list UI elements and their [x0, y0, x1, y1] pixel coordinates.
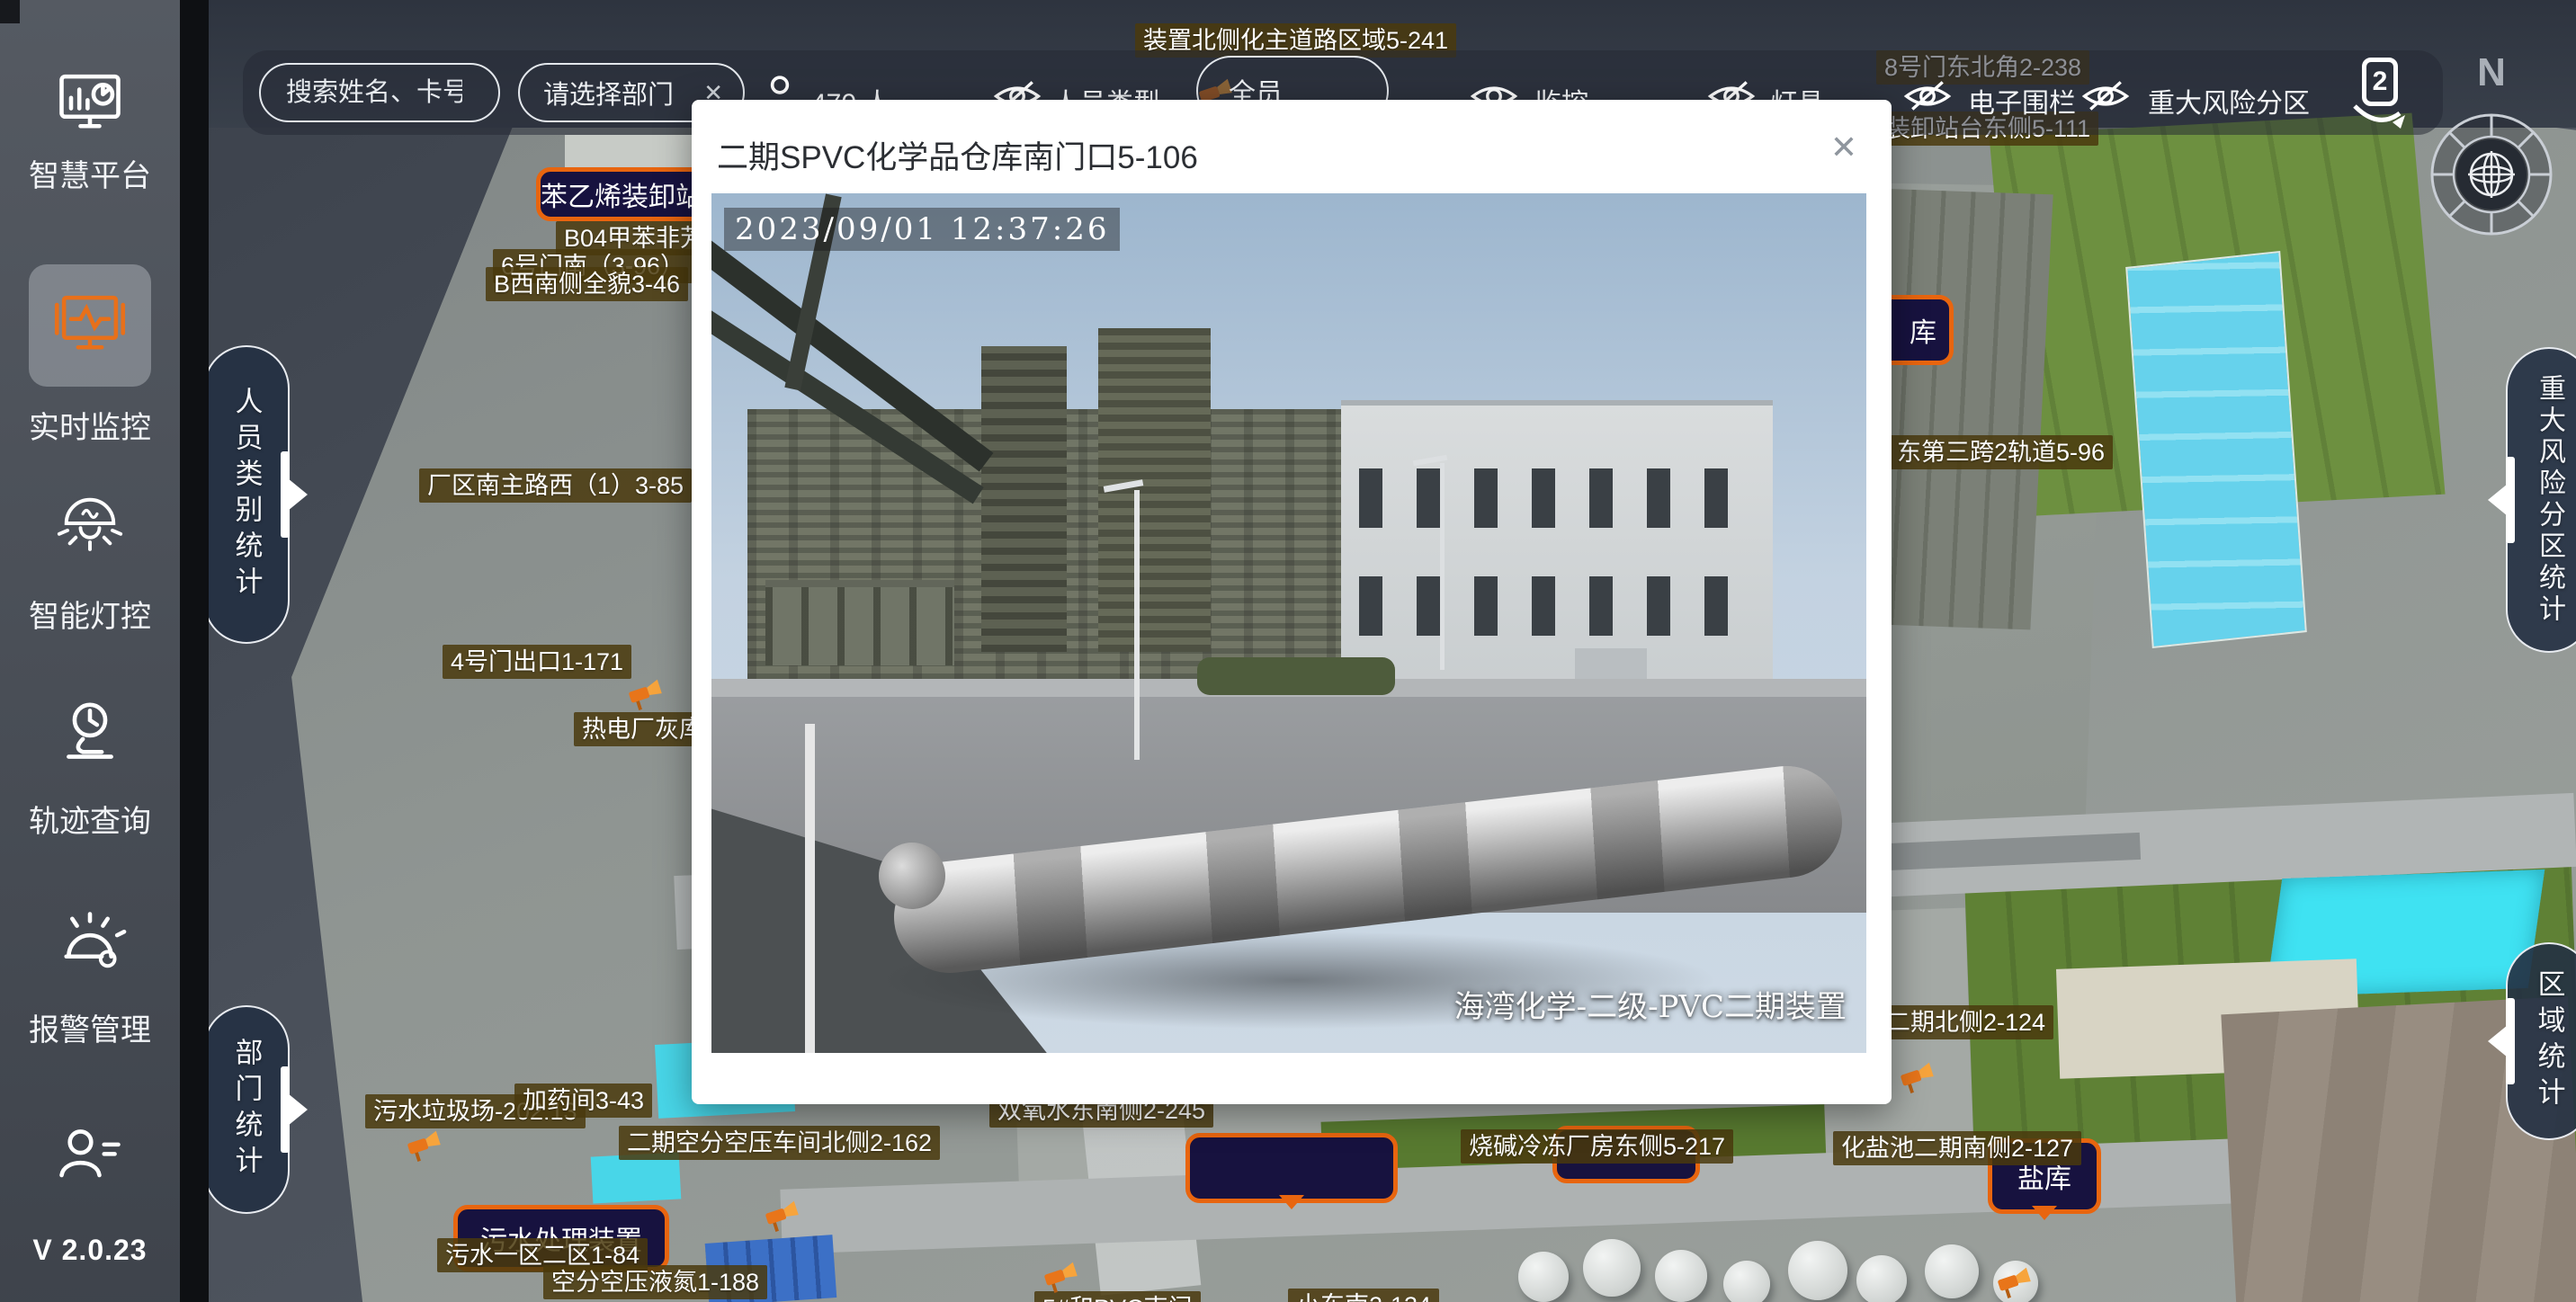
camera-icon[interactable] [1896, 1060, 1938, 1097]
pipe-rack [765, 580, 954, 665]
pulse-monitor-icon [52, 286, 128, 361]
video-watermark: 海湾化学-二级-PVC二期装置 [1454, 982, 1847, 1026]
balloon-pointer-icon [1279, 1195, 1304, 1222]
plant-tower [981, 346, 1067, 652]
camera-video-frame: 2023/09/01 12:37:26 海湾化学-二级-PVC二期装置 [711, 193, 1866, 1053]
sidebar: 智慧平台实时监控智能灯控轨迹查询报警管理 V 2.0.23 [0, 0, 180, 1302]
map-camera-tag[interactable]: 东第三跨2轨道5-96 [1889, 435, 2113, 469]
lamp-icon [52, 486, 128, 561]
compass[interactable] [2427, 110, 2556, 239]
swoosh-arrow-icon [2349, 103, 2414, 133]
collapse-handle-icon[interactable] [281, 450, 311, 540]
sidebar-item-person-admin[interactable] [0, 1119, 180, 1199]
risk-zone-toggle-label[interactable]: 重大风险分区 [2148, 81, 2310, 120]
map-balloon-label[interactable] [1185, 1133, 1398, 1203]
search-input[interactable] [284, 77, 464, 109]
map-camera-tag[interactable]: 烧碱冷冻厂房东侧5-217 [1461, 1129, 1733, 1164]
tab-label: 重大风险分区统计 [2529, 374, 2569, 626]
sidebar-item-alarm-manage[interactable] [0, 905, 180, 985]
corner-notch [0, 0, 20, 23]
alarm-bell-icon [52, 905, 128, 980]
sidebar-item-smart-platform[interactable] [0, 65, 180, 145]
sidebar-item-realtime-monitor[interactable] [0, 286, 180, 366]
sidebar-item-label: 报警管理 [0, 1005, 180, 1049]
camera-icon[interactable] [624, 677, 666, 714]
close-icon[interactable]: ✕ [1830, 129, 1857, 166]
map-camera-tag[interactable]: 二期空分空压车间北侧2-162 [619, 1126, 940, 1160]
app-screen: 苯乙烯装卸站污水处理装置盐库库B04甲苯非芳3-106号门南（3-96）B西南侧… [0, 0, 2576, 1302]
balloon-pointer-icon [2032, 1206, 2057, 1233]
tab-risk-zone-stats[interactable]: 重大风险分区统计 [2506, 347, 2576, 653]
sidebar-item-label: 智能灯控 [0, 592, 180, 636]
white-building [1341, 400, 1773, 724]
map-camera-tag[interactable]: 小东南2-134 [1288, 1289, 1439, 1302]
camera-icon[interactable] [403, 1128, 445, 1165]
map-camera-tag[interactable]: 空分空压液氮1-188 [543, 1265, 767, 1299]
map-camera-tag[interactable]: 4号门出口1-171 [443, 645, 631, 679]
camera-icon[interactable] [761, 1199, 803, 1235]
street-lamp [1440, 463, 1445, 670]
track-clock-icon [52, 694, 128, 770]
sidebar-item-smart-light[interactable] [0, 486, 180, 566]
tab-department-stats[interactable]: 部门统计 [203, 1005, 290, 1214]
camera-icon[interactable] [1993, 1265, 2035, 1302]
tab-area-stats[interactable]: 区域统计 [2506, 942, 2576, 1140]
collapse-handle-icon[interactable] [2484, 996, 2515, 1086]
white-pole [805, 724, 815, 1053]
eye-slash-icon-fence[interactable] [1903, 79, 1952, 118]
tab-label: 区域统计 [2529, 969, 2570, 1113]
modal-title: 二期SPVC化学品仓库南门口5-106 [717, 132, 1198, 178]
sidebar-item-label: 轨迹查询 [0, 797, 180, 841]
tab-person-category-stats[interactable]: 人员类别统计 [203, 345, 290, 644]
collapse-handle-icon[interactable] [281, 1065, 311, 1155]
tab-label: 人员类别统计 [227, 387, 267, 602]
tab-label: 部门统计 [227, 1038, 267, 1182]
map-camera-tag[interactable]: 二期北侧2-124 [1878, 1005, 2053, 1039]
search-name-card-field[interactable] [259, 63, 500, 122]
map-camera-tag[interactable]: 5#和PVC南门 [1034, 1291, 1201, 1302]
sidebar-divider [180, 0, 209, 1302]
street-lamp [1134, 490, 1140, 760]
department-select-value: 请选择部门 [543, 74, 674, 111]
sidebar-item-track-query[interactable] [0, 694, 180, 774]
view-badge-number: 2 [2373, 67, 2388, 97]
app-version: V 2.0.23 [0, 1234, 180, 1267]
map-camera-tag[interactable]: 化盐池二期南侧2-127 [1833, 1131, 2081, 1165]
map-camera-tag[interactable]: B西南侧全貌3-46 [486, 267, 688, 301]
bushes [1197, 657, 1395, 695]
collapse-handle-icon[interactable] [2484, 455, 2515, 545]
sidebar-item-label: 实时监控 [0, 403, 180, 447]
dashboard-monitor-icon [52, 65, 128, 140]
sidebar-item-label: 智慧平台 [0, 151, 180, 195]
camera-preview-modal: 二期SPVC化学品仓库南门口5-106 ✕ [692, 100, 1892, 1104]
compass-north-label: N [2427, 50, 2556, 95]
map-camera-tag[interactable]: 厂区南主路西（1）3-85 [419, 468, 692, 503]
person-list-icon [52, 1119, 128, 1194]
eye-slash-icon-risk-zone[interactable] [2081, 79, 2130, 118]
view-switch-button[interactable]: 2 [2349, 58, 2414, 129]
compass-icon [2427, 110, 2556, 239]
pipe-end-cap [879, 843, 945, 909]
map-camera-tag[interactable]: 加药间3-43 [514, 1084, 652, 1118]
fence-toggle-label[interactable]: 电子围栏 [1968, 81, 2076, 120]
map-balloon-label[interactable]: 苯乙烯装卸站 [536, 167, 707, 221]
video-timestamp: 2023/09/01 12:37:26 [724, 208, 1120, 251]
